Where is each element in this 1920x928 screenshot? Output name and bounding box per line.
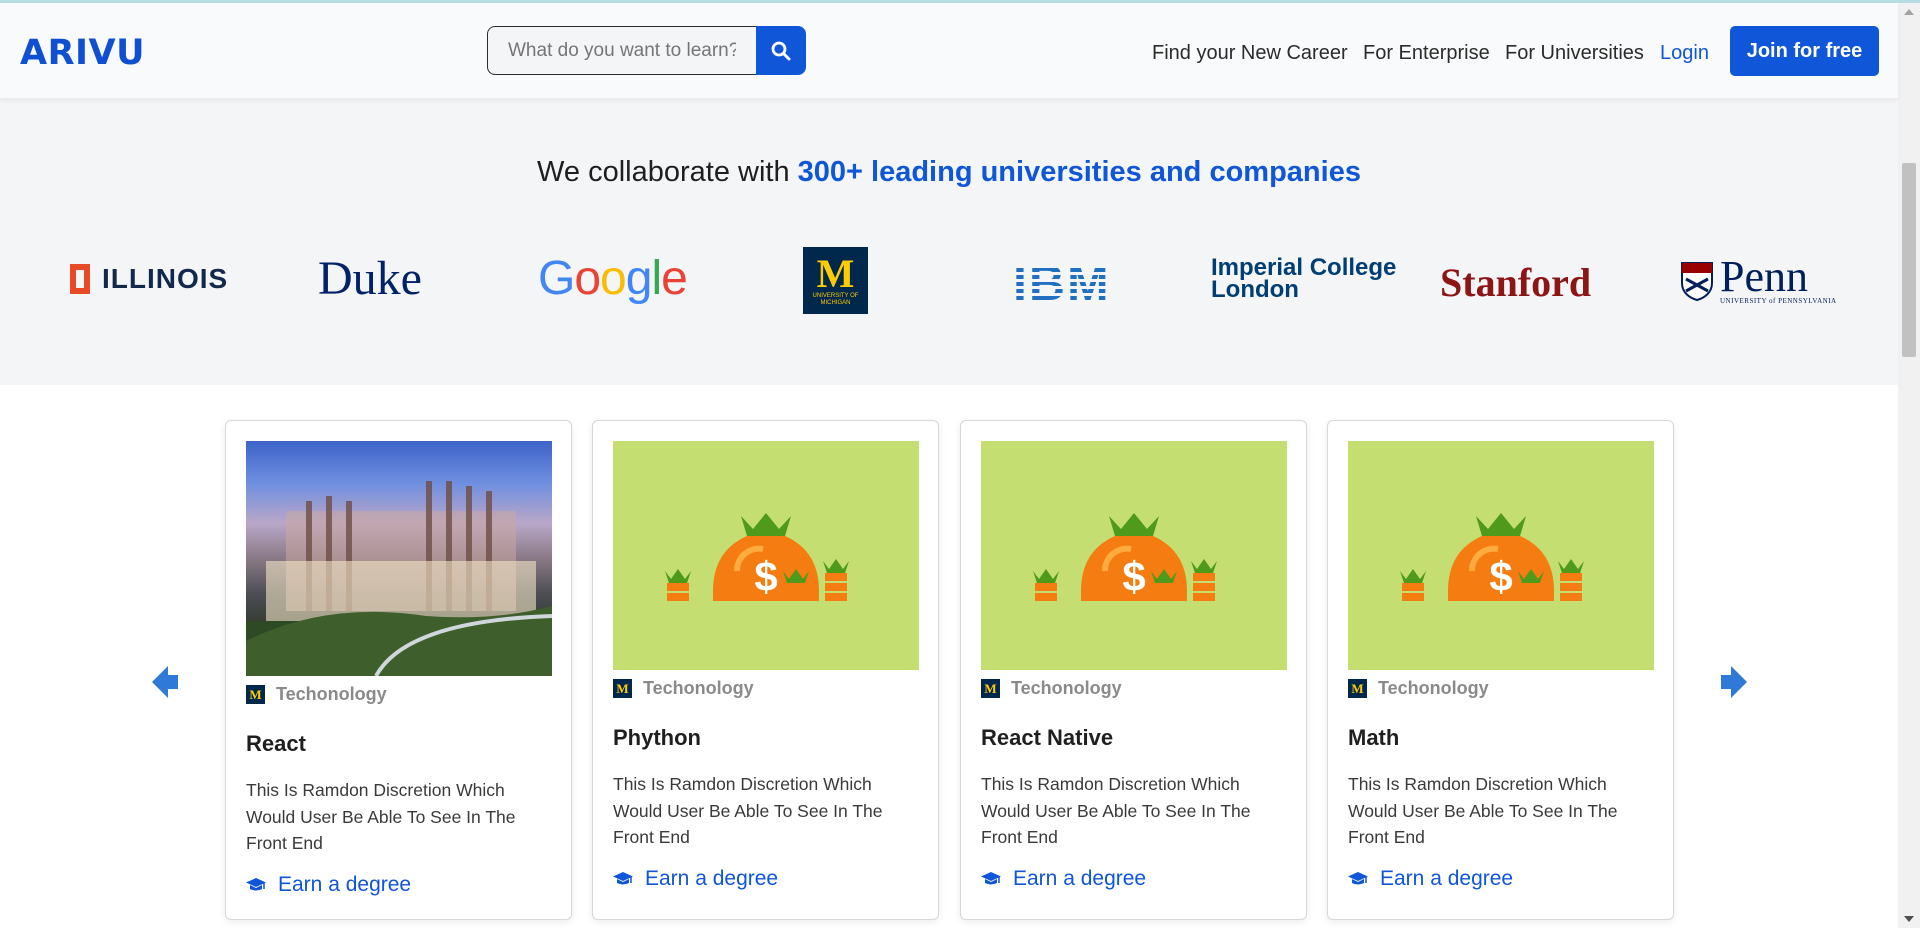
course-card-react-native[interactable]: $ M Techonology React Native This Is Ram…: [960, 420, 1307, 920]
penn-shield-icon: [1681, 262, 1713, 301]
earn-degree-link[interactable]: Earn a degree: [981, 867, 1146, 891]
svg-text:$: $: [1122, 553, 1145, 600]
course-category-label: Techonology: [1011, 678, 1122, 698]
penn-logo[interactable]: Penn UNIVERSITY of PENNSYLVANIA: [1680, 252, 1837, 306]
google-logo-e: e: [661, 252, 688, 305]
imperial-logo[interactable]: Imperial College London: [1211, 256, 1396, 303]
earn-degree-link[interactable]: Earn a degree: [613, 867, 778, 891]
money-bag-illustration: $: [1400, 513, 1584, 601]
carousel-prev-button[interactable]: [152, 664, 178, 705]
course-description: This Is Ramdon Discretion Which Would Us…: [981, 774, 1251, 847]
earn-degree-label[interactable]: Earn a degree: [1380, 867, 1513, 891]
illinois-logo[interactable]: ILLINOIS: [70, 263, 228, 295]
course-image-money: $: [613, 441, 919, 670]
michigan-badge-icon: M: [246, 685, 265, 704]
illinois-block-i-icon: [70, 264, 90, 294]
google-logo-g2: g: [625, 252, 653, 305]
graduation-cap-icon: [613, 872, 633, 885]
money-bag-illustration: $: [1033, 513, 1217, 601]
course-description: This Is Ramdon Discretion Which Would Us…: [1348, 774, 1618, 847]
nav-universities[interactable]: For Universities: [1505, 42, 1644, 65]
course-card-phython[interactable]: $ M Techonology Phython This Is Ramdon D…: [592, 420, 939, 920]
campus-building-illustration: [246, 481, 552, 676]
earn-degree-link[interactable]: Earn a degree: [246, 873, 411, 897]
course-title[interactable]: React Native: [981, 725, 1113, 751]
login-link[interactable]: Login: [1660, 42, 1709, 65]
course-category-label: Techonology: [1378, 678, 1489, 698]
graduation-cap-icon: [246, 878, 266, 891]
graduation-cap-icon: [1348, 872, 1368, 885]
search-icon: [771, 41, 791, 60]
partners-section: We collaborate with 300+ leading univers…: [0, 99, 1898, 385]
course-image-campus: [246, 441, 552, 676]
stanford-logo[interactable]: Stanford: [1440, 259, 1591, 306]
course-card-math[interactable]: $ M Techonology Math This Is Ramdon Disc…: [1327, 420, 1674, 920]
illinois-logo-text: ILLINOIS: [102, 263, 229, 294]
imperial-logo-line2: London: [1211, 276, 1299, 303]
carousel-next-button[interactable]: [1721, 664, 1747, 705]
course-description: This Is Ramdon Discretion Which Would Us…: [613, 774, 883, 847]
partners-heading-prefix: We collaborate with: [537, 156, 798, 188]
search-input[interactable]: [487, 26, 756, 75]
earn-degree-label[interactable]: Earn a degree: [1013, 867, 1146, 891]
page-scrollbar[interactable]: [1898, 3, 1920, 928]
nav-find-career[interactable]: Find your New Career: [1152, 42, 1348, 65]
google-logo-o2: o: [600, 252, 627, 305]
michigan-logo-sub: UNIVERSITY OF MICHIGAN: [812, 292, 859, 306]
course-category: M Techonology: [981, 678, 1122, 699]
ibm-logo[interactable]: IBM: [1013, 254, 1111, 312]
course-title[interactable]: Math: [1348, 725, 1399, 751]
course-title[interactable]: Phython: [613, 725, 701, 751]
join-free-button[interactable]: Join for free: [1730, 26, 1879, 76]
search-button[interactable]: [756, 26, 806, 75]
course-description: This Is Ramdon Discretion Which Would Us…: [246, 780, 516, 853]
duke-logo[interactable]: Duke: [318, 251, 422, 306]
penn-logo-sub: UNIVERSITY of PENNSYLVANIA: [1720, 297, 1837, 305]
michigan-logo-m: M: [816, 250, 855, 296]
michigan-badge-icon: M: [1348, 679, 1367, 698]
nav-enterprise[interactable]: For Enterprise: [1363, 42, 1490, 65]
graduation-cap-icon: [981, 872, 1001, 885]
scroll-up-arrow-icon[interactable]: [1904, 9, 1914, 15]
course-category-label: Techonology: [276, 684, 387, 704]
scroll-down-arrow-icon[interactable]: [1904, 916, 1914, 922]
scroll-thumb[interactable]: [1902, 163, 1916, 357]
michigan-badge-icon: M: [981, 679, 1000, 698]
partners-heading-highlight: 300+ leading universities and companies: [797, 156, 1361, 188]
search-bar: [487, 26, 806, 75]
course-image-money: $: [1348, 441, 1654, 670]
google-logo-g: G: [538, 252, 575, 305]
course-category: M Techonology: [1348, 678, 1489, 699]
earn-degree-label[interactable]: Earn a degree: [278, 873, 411, 897]
brand-logo[interactable]: ARIVU: [20, 33, 145, 73]
svg-text:$: $: [754, 553, 777, 600]
earn-degree-label[interactable]: Earn a degree: [645, 867, 778, 891]
penn-logo-name: Penn: [1720, 252, 1808, 301]
svg-text:$: $: [1489, 553, 1512, 600]
penn-logo-text: Penn UNIVERSITY of PENNSYLVANIA: [1720, 252, 1837, 306]
site-header: ARIVU Find your New Career For Enterpris…: [0, 3, 1898, 99]
partners-heading: We collaborate with 300+ leading univers…: [0, 156, 1898, 189]
course-category-label: Techonology: [643, 678, 754, 698]
course-category: M Techonology: [246, 684, 387, 705]
course-title[interactable]: React: [246, 731, 306, 757]
course-image-money: $: [981, 441, 1287, 670]
earn-degree-link[interactable]: Earn a degree: [1348, 867, 1513, 891]
money-bag-illustration: $: [665, 513, 849, 601]
course-category: M Techonology: [613, 678, 754, 699]
michigan-badge-icon: M: [613, 679, 632, 698]
google-logo-o1: o: [574, 252, 601, 305]
course-card-react[interactable]: M Techonology React This Is Ramdon Discr…: [225, 420, 572, 920]
google-logo-l: l: [651, 252, 662, 305]
google-logo[interactable]: Google: [538, 251, 688, 306]
arrow-right-icon: [1721, 666, 1747, 698]
michigan-logo[interactable]: M UNIVERSITY OF MICHIGAN: [803, 247, 868, 314]
arrow-left-icon: [152, 666, 178, 698]
